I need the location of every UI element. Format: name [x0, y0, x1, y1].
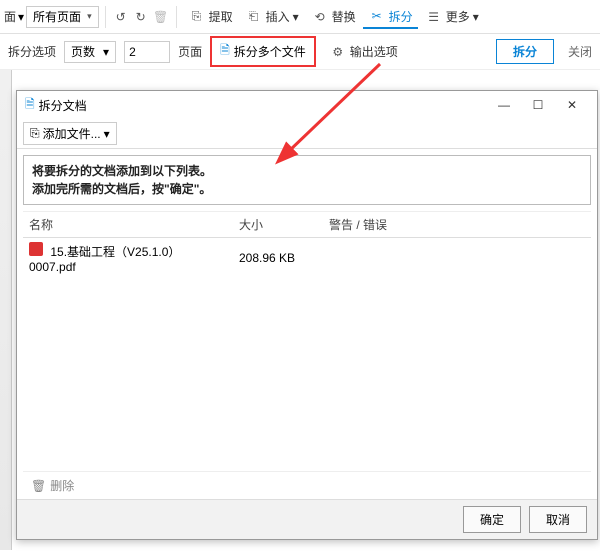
- gear-icon: ⚙: [329, 43, 347, 61]
- dialog-titlebar: 🗎 拆分文档 — ☐ ✕: [17, 91, 597, 119]
- replace-label: 替换: [332, 8, 356, 25]
- add-file-icon: ⎘: [30, 126, 40, 141]
- maximize-button[interactable]: ☐: [521, 93, 555, 117]
- split-label: 拆分: [389, 8, 413, 25]
- output-options-button[interactable]: ⚙ 输出选项: [324, 40, 403, 64]
- file-err: [323, 254, 591, 262]
- hint-line2: 添加完所需的文档后，按"确定"。: [32, 180, 582, 198]
- document-icon: 🗎: [25, 95, 35, 116]
- insert-icon: ⎗: [245, 8, 263, 26]
- scissors-icon: ✂: [368, 7, 386, 25]
- more-icon: ☰: [425, 8, 443, 26]
- chevron-down-icon: ▾: [103, 45, 109, 59]
- page-range-value: 所有页面: [33, 8, 81, 25]
- split-document-dialog: 🗎 拆分文档 — ☐ ✕ ⎘ 添加文件... ▾ 将要拆分的文档添加到以下列表。…: [16, 90, 598, 540]
- minimize-button[interactable]: —: [487, 93, 521, 117]
- col-size[interactable]: 大小: [233, 212, 323, 237]
- file-size: 208.96 KB: [233, 247, 323, 269]
- left-panel-edge: [0, 70, 12, 550]
- hint-line1: 将要拆分的文档添加到以下列表。: [32, 162, 582, 180]
- separator: [105, 6, 106, 28]
- insert-label: 插入: [266, 8, 290, 25]
- page-unit-label: 页面: [178, 43, 202, 60]
- split-multiple-files-button[interactable]: 🗎 拆分多个文件: [210, 36, 316, 67]
- chevron-down-icon: ▾: [87, 11, 92, 22]
- add-files-button[interactable]: ⎘ 添加文件... ▾: [23, 122, 117, 145]
- extract-button[interactable]: ⎘ 提取: [183, 5, 238, 29]
- trash-icon: 🗑: [31, 479, 46, 493]
- file-name-cell: 15.基础工程（V25.1.0）0007.pdf: [23, 238, 233, 278]
- main-toolbar: 面 ▾ 所有页面 ▾ ↺ ↻ 🗑 ⎘ 提取 ⎗ 插入 ▾ ⟲ 替换 ✂ 拆分 ☰…: [0, 0, 600, 34]
- split-button[interactable]: ✂ 拆分: [363, 4, 418, 29]
- output-options-label: 输出选项: [350, 43, 398, 60]
- table-row[interactable]: 15.基础工程（V25.1.0）0007.pdf 208.96 KB: [23, 238, 591, 278]
- chevron-down-icon: ▾: [104, 127, 110, 141]
- hint-text: 将要拆分的文档添加到以下列表。 添加完所需的文档后，按"确定"。: [23, 155, 591, 205]
- delete-row-button[interactable]: 🗑 删除: [23, 471, 591, 499]
- close-label[interactable]: 关闭: [568, 43, 592, 60]
- split-options-label: 拆分选项: [8, 43, 56, 60]
- more-label: 更多: [446, 8, 470, 25]
- col-name[interactable]: 名称: [23, 212, 233, 237]
- cancel-button[interactable]: 取消: [529, 506, 587, 533]
- insert-button[interactable]: ⎗ 插入 ▾: [240, 5, 304, 29]
- separator: [176, 6, 177, 28]
- pages-short-label: 面: [4, 8, 16, 25]
- dialog-buttons: 确定 取消: [17, 499, 597, 539]
- extract-label: 提取: [209, 8, 233, 25]
- page-range-select[interactable]: 所有页面 ▾: [26, 6, 99, 28]
- rotate-left-icon[interactable]: ↺: [112, 8, 130, 26]
- delete-label: 删除: [50, 477, 74, 494]
- table-header: 名称 大小 警告 / 错误: [23, 212, 591, 238]
- rotate-right-icon[interactable]: ↻: [132, 8, 150, 26]
- split-options-bar: 拆分选项 页数 ▾ 页面 🗎 拆分多个文件 ⚙ 输出选项 拆分 关闭: [0, 34, 600, 70]
- add-files-label: 添加文件...: [43, 125, 101, 142]
- file-list: 名称 大小 警告 / 错误 15.基础工程（V25.1.0）0007.pdf 2…: [23, 211, 591, 471]
- file-name: 15.基础工程（V25.1.0）0007.pdf: [29, 245, 180, 274]
- chevron-down-icon: ▾: [293, 10, 299, 24]
- dialog-toolbar: ⎘ 添加文件... ▾: [17, 119, 597, 149]
- replace-button[interactable]: ⟲ 替换: [306, 5, 361, 29]
- chevron-down-icon[interactable]: ▾: [18, 10, 24, 24]
- page-count-input[interactable]: [124, 41, 170, 63]
- trash-icon[interactable]: 🗑: [152, 8, 170, 26]
- replace-icon: ⟲: [311, 8, 329, 26]
- pdf-icon: [29, 242, 43, 256]
- close-button[interactable]: ✕: [555, 93, 589, 117]
- document-icon: 🗎: [220, 41, 230, 62]
- split-mode-select[interactable]: 页数 ▾: [64, 41, 116, 63]
- col-err[interactable]: 警告 / 错误: [323, 212, 591, 237]
- chevron-down-icon: ▾: [473, 10, 479, 24]
- ok-button[interactable]: 确定: [463, 506, 521, 533]
- dialog-title: 拆分文档: [39, 97, 87, 114]
- split-mode-value: 页数: [71, 43, 95, 60]
- split-multi-label: 拆分多个文件: [234, 43, 306, 60]
- do-split-button[interactable]: 拆分: [496, 39, 554, 64]
- extract-icon: ⎘: [188, 8, 206, 26]
- more-button[interactable]: ☰ 更多 ▾: [420, 5, 484, 29]
